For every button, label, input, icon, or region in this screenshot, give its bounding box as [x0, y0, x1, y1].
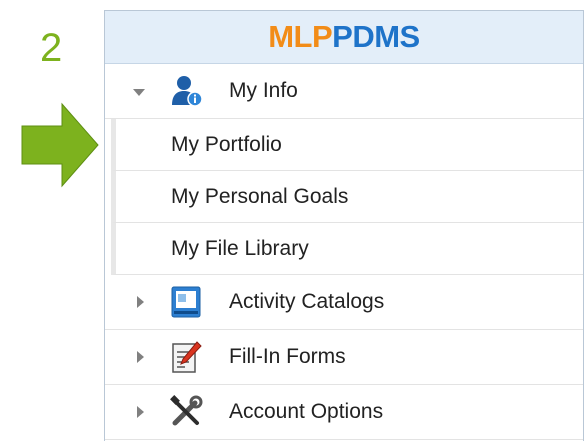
user-info-icon [172, 76, 203, 107]
tools-icon [170, 395, 203, 426]
caret-down-icon[interactable] [133, 89, 145, 96]
step-number: 2 [40, 26, 63, 70]
menu-group-account-options[interactable]: Account Options [105, 385, 583, 440]
menu-item-label: My Portfolio [171, 132, 282, 156]
menu-group-label: My Info [229, 79, 298, 102]
menu-item-my-portfolio[interactable]: My Portfolio [111, 119, 583, 171]
menu-group-activity-catalogs[interactable]: Activity Catalogs [105, 275, 583, 330]
menu-group-label: Account Options [229, 400, 384, 423]
menu-item-my-personal-goals[interactable]: My Personal Goals [111, 171, 583, 223]
menu-item-label: My Personal Goals [171, 184, 349, 208]
pointer-arrow-icon [21, 102, 99, 188]
menu-item-my-file-library[interactable]: My File Library [111, 223, 583, 275]
navigation-panel: MLP PDMS My Info My Portfolio My Persona… [104, 10, 584, 441]
menu-group-label: Fill-In Forms [229, 345, 346, 368]
menu-group-fill-in-forms[interactable]: Fill-In Forms [105, 330, 583, 385]
app-logo: MLP PDMS [105, 11, 583, 64]
form-edit-icon [172, 341, 202, 373]
logo-mlp: MLP [268, 19, 333, 54]
caret-right-icon[interactable] [137, 406, 144, 418]
menu-group-label: Activity Catalogs [229, 290, 385, 313]
logo-pdms: PDMS [332, 19, 420, 54]
catalog-icon [171, 286, 201, 318]
menu-group-my-info[interactable]: My Info [105, 64, 583, 119]
menu-item-label: My File Library [171, 236, 309, 260]
caret-right-icon[interactable] [137, 351, 144, 363]
caret-right-icon[interactable] [137, 296, 144, 308]
